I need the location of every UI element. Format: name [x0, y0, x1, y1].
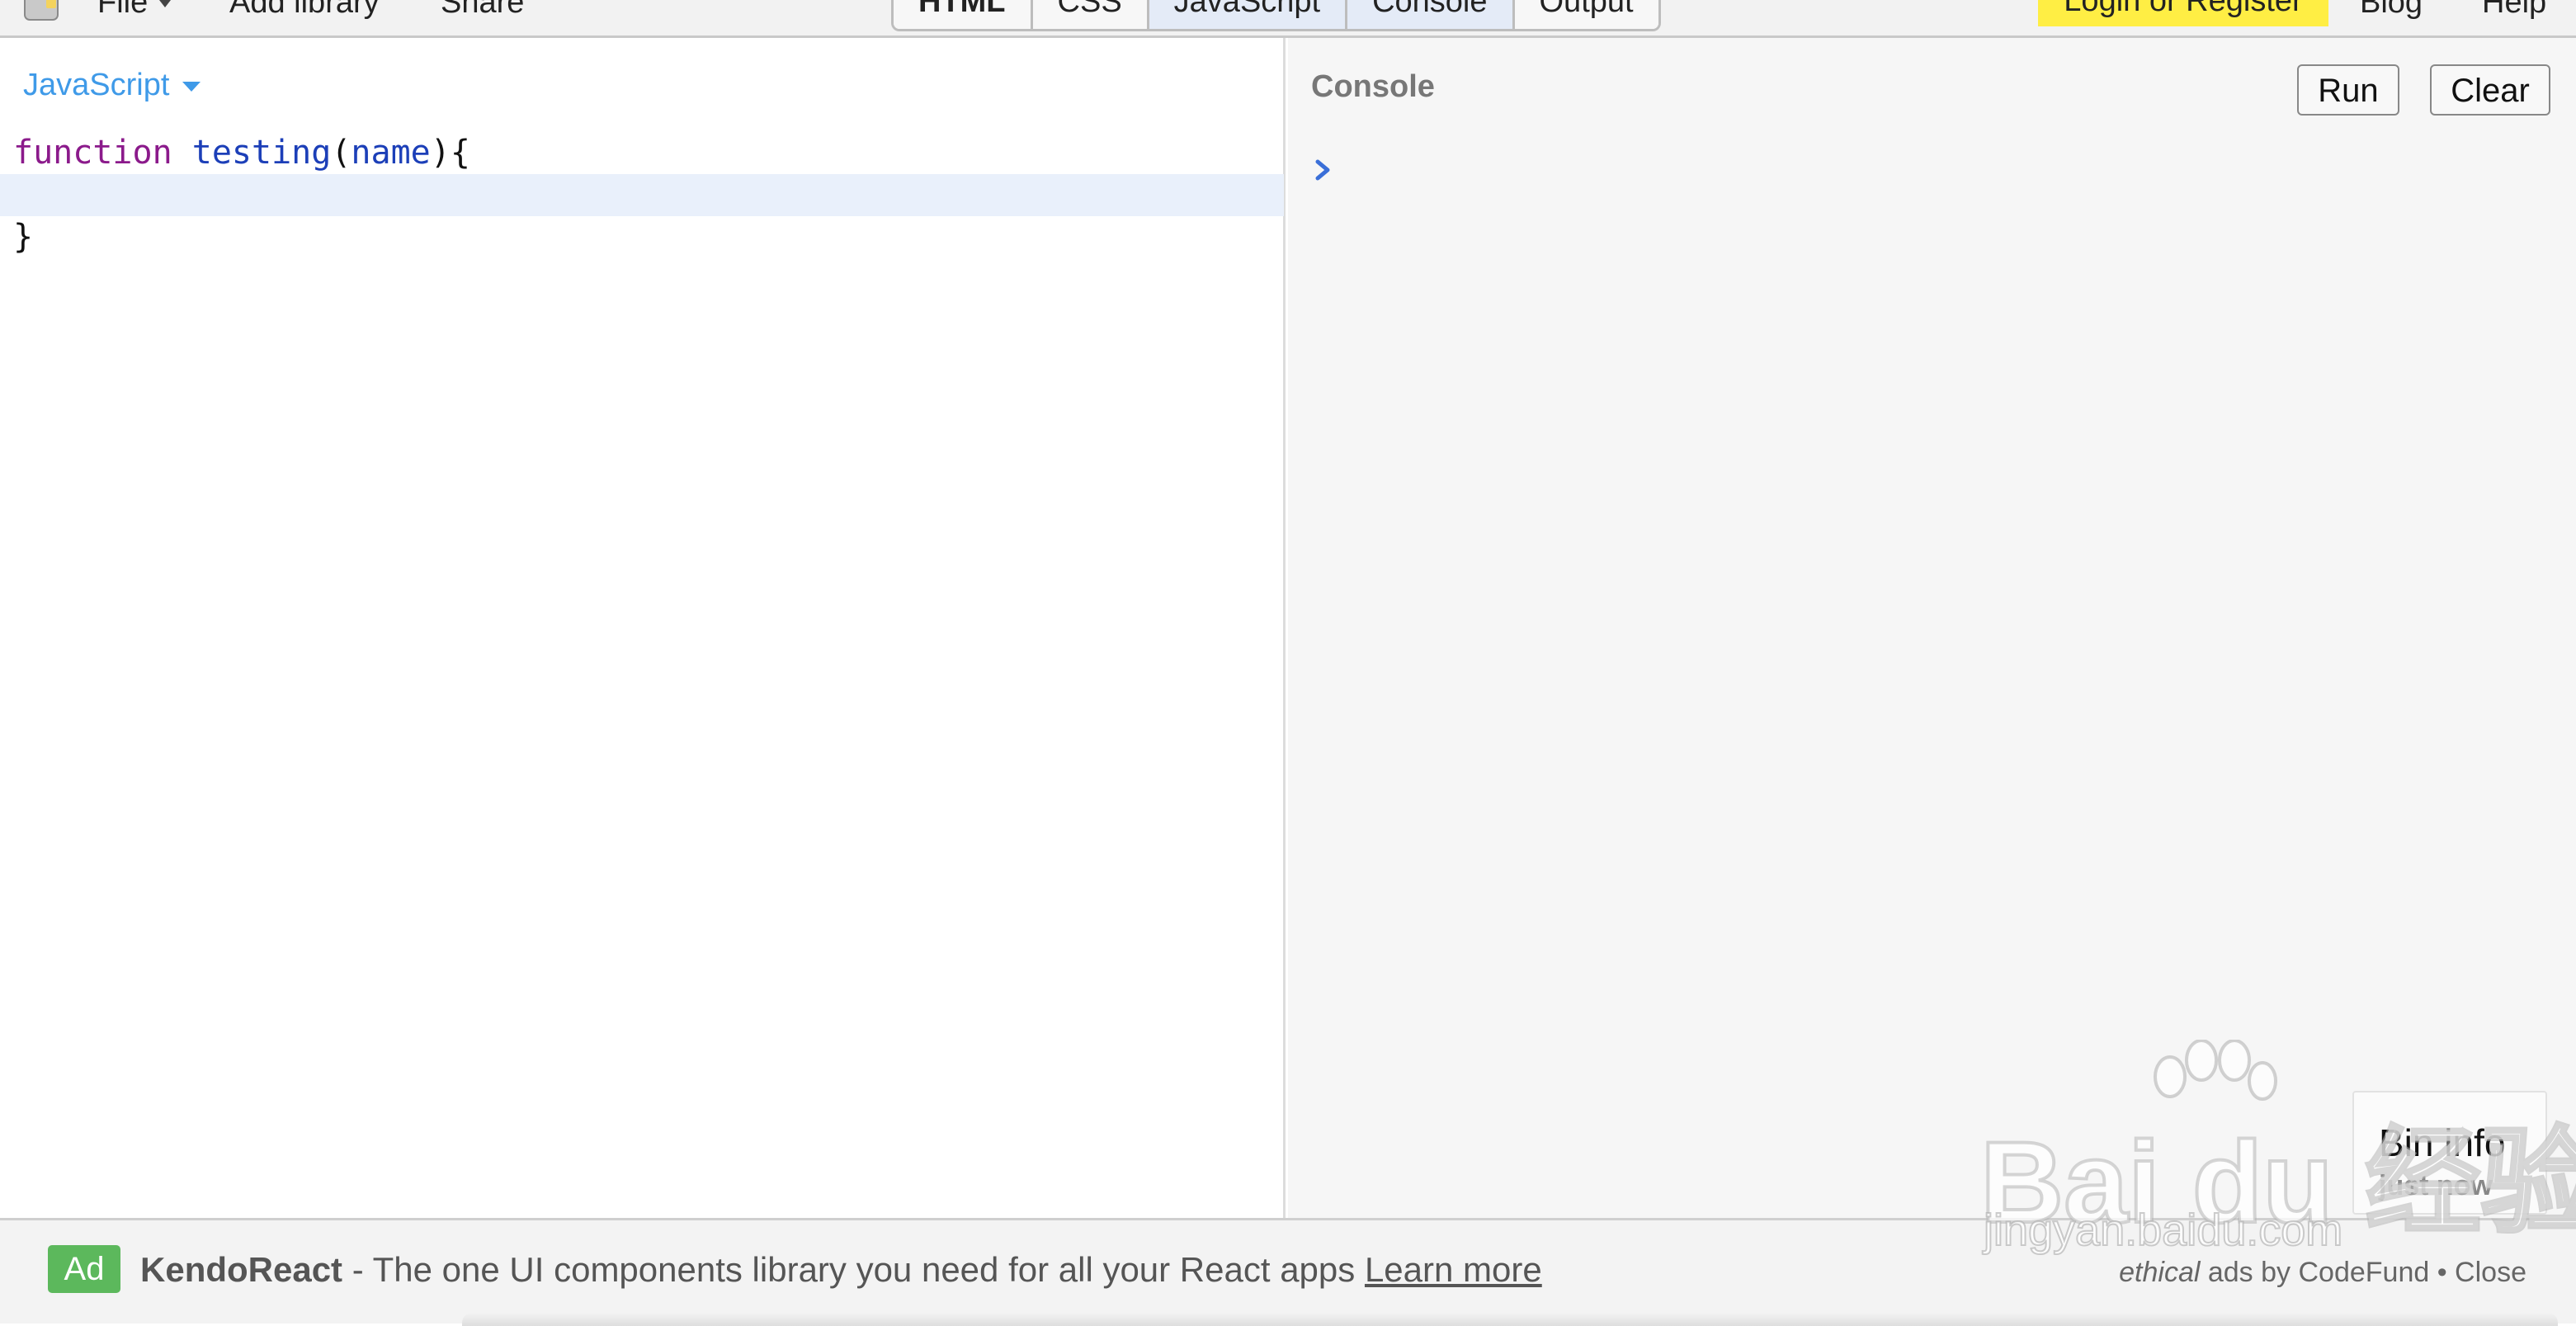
console-title: Console: [1311, 69, 1435, 104]
language-selector[interactable]: JavaScript: [23, 68, 201, 103]
tab-console[interactable]: Console: [1347, 0, 1515, 29]
code-line[interactable]: function testing(name){: [0, 132, 1284, 174]
file-menu[interactable]: File: [97, 0, 172, 23]
ad-bar: Ad KendoReact - The one UI components li…: [0, 1218, 2576, 1326]
run-button[interactable]: Run: [2297, 64, 2399, 116]
chevron-down-icon: [159, 0, 172, 8]
tab-css[interactable]: CSS: [1032, 0, 1149, 29]
code-punctuation: (: [331, 134, 351, 172]
ad-badge: Ad: [48, 1245, 120, 1293]
bin-info-title: Bin info: [2379, 1121, 2506, 1164]
ad-credit-rest: ads by CodeFund • Close: [2200, 1257, 2526, 1288]
ad-bar-shadow: [462, 1313, 2558, 1326]
bin-info-panel[interactable]: Bin info just now: [2352, 1091, 2547, 1215]
file-menu-label: File: [97, 0, 149, 20]
ad-text: KendoReact - The one UI components libra…: [140, 1250, 1542, 1290]
panel-tabs: HTML CSS JavaScript Console Output: [891, 0, 1661, 31]
tab-output[interactable]: Output: [1514, 0, 1658, 29]
ad-brand[interactable]: KendoReact: [140, 1250, 342, 1289]
ad-credit-ethical: ethical: [2119, 1257, 2201, 1288]
add-library-button[interactable]: Add library: [229, 0, 380, 23]
jsbin-logo-icon[interactable]: [21, 0, 63, 23]
code-parameter: name: [351, 134, 431, 172]
code-punctuation: ){: [430, 134, 470, 172]
share-button[interactable]: Share: [441, 0, 524, 23]
bin-info-timestamp: just now: [2379, 1170, 2493, 1201]
code-line[interactable]: }: [0, 216, 1284, 258]
code-line-active[interactable]: [0, 174, 1284, 216]
language-label: JavaScript: [23, 68, 170, 102]
tab-html[interactable]: HTML: [894, 0, 1033, 29]
code-keyword: function: [13, 134, 172, 172]
learn-more-link[interactable]: Learn more: [1365, 1250, 1542, 1289]
code-editor[interactable]: function testing(name){ }: [0, 132, 1284, 258]
login-register-button[interactable]: Login or Register: [2038, 0, 2328, 26]
top-toolbar: File Add library Share HTML CSS JavaScri…: [0, 0, 2576, 38]
tab-javascript[interactable]: JavaScript: [1149, 0, 1348, 29]
blog-link[interactable]: Blog: [2360, 0, 2423, 23]
ad-credit[interactable]: ethical ads by CodeFund • Close: [2119, 1257, 2526, 1289]
code-function-name: testing: [191, 134, 332, 172]
javascript-editor-pane: JavaScript function testing(name){ }: [0, 38, 1286, 1218]
console-pane: Console Run Clear Bin info just now: [1288, 38, 2576, 1218]
clear-button[interactable]: Clear: [2430, 64, 2550, 116]
console-prompt-chevron-icon[interactable]: [1313, 158, 1333, 182]
help-link[interactable]: Help: [2482, 0, 2546, 23]
code-punctuation: }: [13, 218, 34, 256]
ad-description: - The one UI components library you need…: [342, 1250, 1365, 1289]
chevron-down-icon: [182, 81, 201, 92]
